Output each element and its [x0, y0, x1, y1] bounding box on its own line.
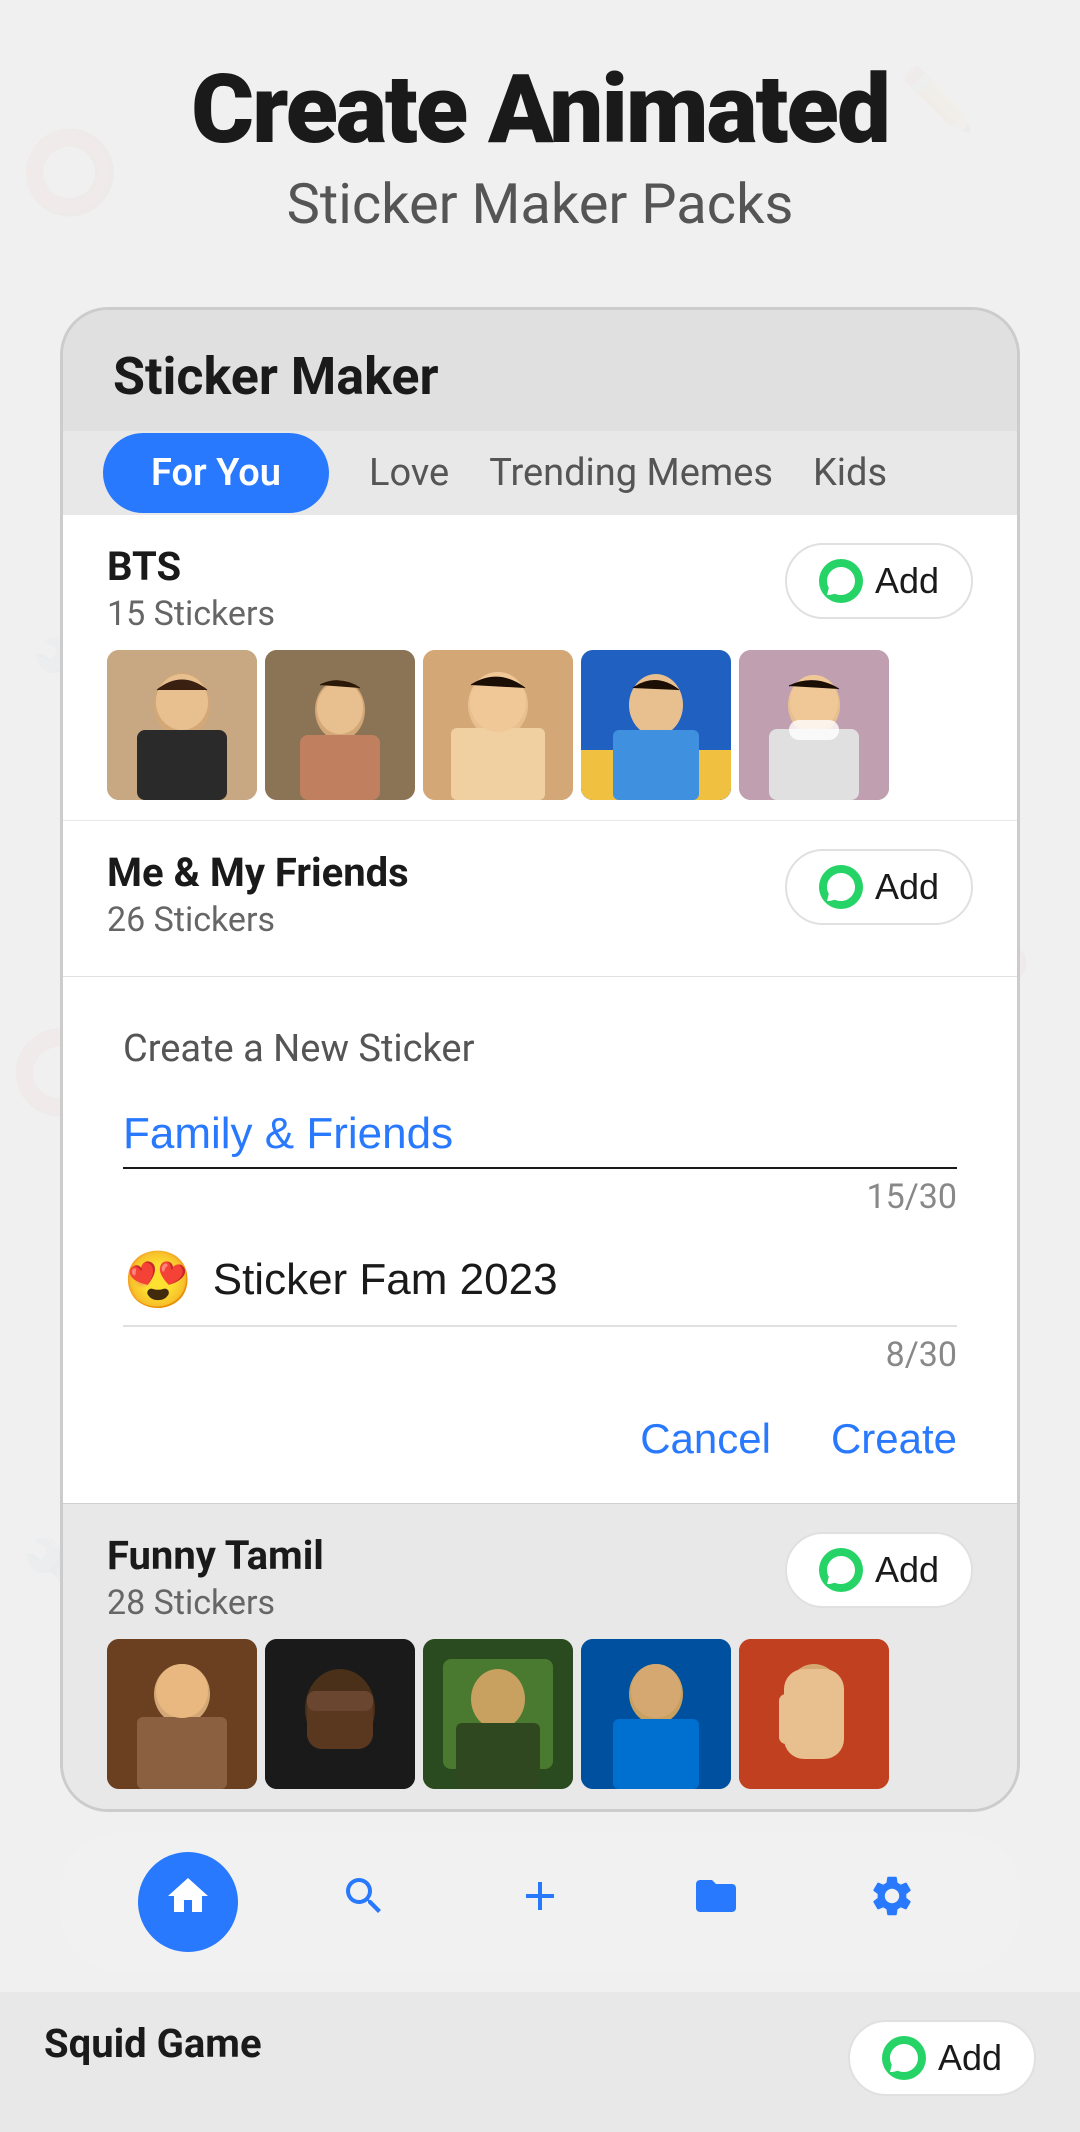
pack-info-bts: BTS 15 Stickers [107, 543, 275, 634]
add-label-friends: Add [875, 866, 939, 908]
sticker-thumb-tamil-5[interactable] [739, 1639, 889, 1789]
sub-title: Sticker Maker Packs [80, 171, 1000, 237]
whatsapp-icon-squid [882, 2036, 926, 2080]
nav-folder[interactable] [666, 1852, 766, 1952]
nav-search[interactable] [314, 1852, 414, 1952]
add-icon [516, 1872, 564, 1932]
sticker-images-bts [107, 650, 973, 800]
sticker-pack-tamil: Funny Tamil 28 Stickers Add [63, 1503, 1017, 1809]
pack-count-friends: 26 Stickers [107, 900, 409, 940]
pack-count-tamil: 28 Stickers [107, 1583, 324, 1623]
tab-bar: For You Love Trending Memes Kids [63, 431, 1017, 515]
input-with-emoji: 😍 [123, 1247, 957, 1327]
sticker-pack-header-tamil: Funny Tamil 28 Stickers Add [107, 1532, 973, 1623]
sticker-thumb-bts-4[interactable] [581, 650, 731, 800]
header-section: Create Animated Sticker Maker Packs [0, 0, 1080, 277]
sticker-thumb-tamil-3[interactable] [423, 1639, 573, 1789]
sticker-thumb-bts-5[interactable] [739, 650, 889, 800]
nav-home[interactable] [138, 1852, 238, 1952]
whatsapp-icon-bts [819, 559, 863, 603]
add-button-tamil[interactable]: Add [785, 1532, 973, 1608]
pack-info-tamil: Funny Tamil 28 Stickers [107, 1532, 324, 1623]
pack-name-friends: Me & My Friends [107, 849, 409, 896]
nav-add[interactable] [490, 1852, 590, 1952]
tab-kids[interactable]: Kids [813, 431, 887, 515]
create-modal: Create a New Sticker 15/30 😍 8/30 Cancel… [63, 976, 1017, 1503]
sticker-pack-header-bts: BTS 15 Stickers Add [107, 543, 973, 634]
sticker-thumb-tamil-4[interactable] [581, 1639, 731, 1789]
sticker-pack-friends: Me & My Friends 26 Stickers Add [63, 821, 1017, 976]
pack-emoji: 😍 [123, 1247, 193, 1313]
pack-name-bts: BTS [107, 543, 275, 590]
tab-for-you[interactable]: For You [103, 433, 329, 513]
sticker-thumb-tamil-2[interactable] [265, 1639, 415, 1789]
phone-app-title: Sticker Maker [113, 346, 967, 407]
sticker-pack-emoji-input-group: 😍 8/30 [123, 1247, 957, 1375]
add-button-squid[interactable]: Add [848, 2020, 1036, 2096]
folder-icon [692, 1872, 740, 1932]
main-title: Create Animated [80, 60, 1000, 161]
phone-header: Sticker Maker [63, 310, 1017, 431]
sticker-pack-bts: BTS 15 Stickers Add [63, 515, 1017, 820]
sticker-pack-name-input-group: 15/30 [123, 1101, 957, 1217]
add-label-bts: Add [875, 560, 939, 602]
whatsapp-icon-tamil [819, 1548, 863, 1592]
sticker-pack-squid: Squid Game Add [0, 1992, 1080, 2132]
sticker-pack-header-squid: Squid Game Add [44, 2020, 1036, 2096]
sticker-thumb-bts-2[interactable] [265, 650, 415, 800]
pack-info-squid: Squid Game [44, 2020, 262, 2067]
pack-info-friends: Me & My Friends 26 Stickers [107, 849, 409, 940]
add-button-friends[interactable]: Add [785, 849, 973, 925]
cancel-button[interactable]: Cancel [640, 1415, 771, 1463]
sticker-pack-emoji-name-input[interactable] [213, 1255, 957, 1305]
input-counter-2: 8/30 [123, 1335, 957, 1375]
settings-icon [868, 1872, 916, 1932]
input-counter-1: 15/30 [123, 1177, 957, 1217]
pack-count-bts: 15 Stickers [107, 594, 275, 634]
pack-name-squid: Squid Game [44, 2020, 262, 2067]
home-icon [164, 1872, 212, 1932]
add-label-tamil: Add [875, 1549, 939, 1591]
nav-settings[interactable] [842, 1852, 942, 1952]
sticker-thumb-bts-1[interactable] [107, 650, 257, 800]
search-icon [340, 1872, 388, 1932]
modal-actions: Cancel Create [123, 1415, 957, 1463]
sticker-thumb-tamil-1[interactable] [107, 1639, 257, 1789]
create-modal-title: Create a New Sticker [123, 1027, 957, 1071]
sticker-pack-header-friends: Me & My Friends 26 Stickers Add [107, 849, 973, 940]
tab-trending-memes[interactable]: Trending Memes [489, 431, 773, 515]
tab-love[interactable]: Love [369, 431, 449, 515]
sticker-thumb-bts-3[interactable] [423, 650, 573, 800]
create-button[interactable]: Create [831, 1415, 957, 1463]
phone-mock: Sticker Maker For You Love Trending Meme… [60, 307, 1020, 1812]
pack-name-tamil: Funny Tamil [107, 1532, 324, 1579]
add-label-squid: Add [938, 2037, 1002, 2079]
bottom-navigation [60, 1832, 1020, 1972]
whatsapp-icon-friends [819, 865, 863, 909]
sticker-pack-name-input[interactable] [123, 1101, 957, 1169]
sticker-images-tamil [107, 1639, 973, 1789]
add-button-bts[interactable]: Add [785, 543, 973, 619]
